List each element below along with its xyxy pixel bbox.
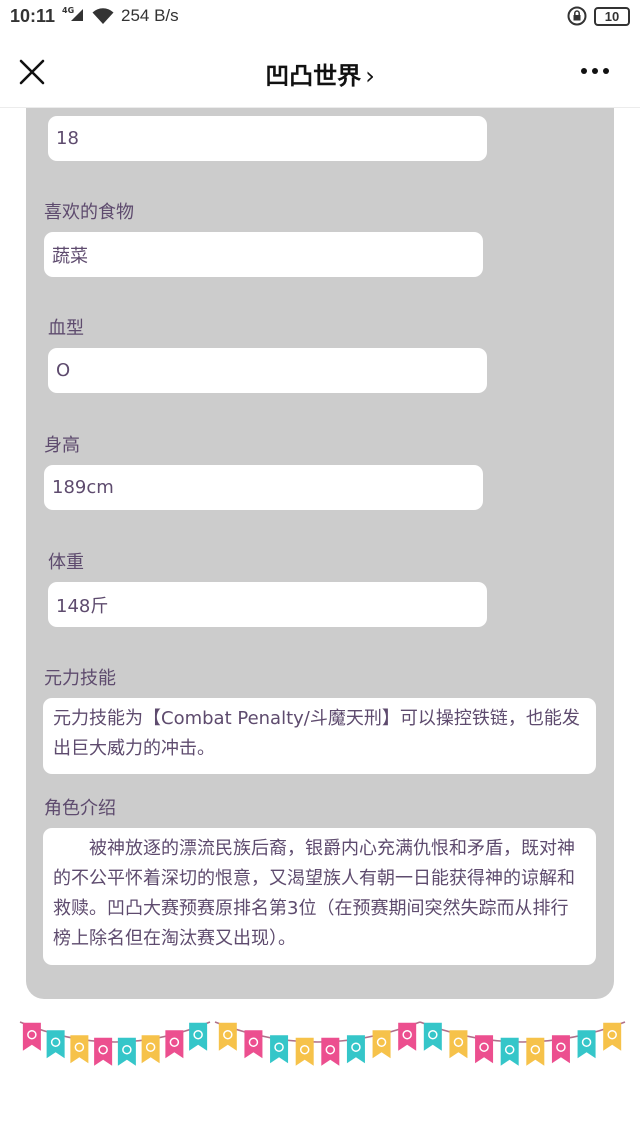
bunting-flag [218,1022,237,1051]
bunting-flag [372,1030,391,1059]
age-field: 18 [48,116,487,161]
more-icon[interactable] [578,64,612,78]
intro-box: 被神放逐的漂流民族后裔，银爵内心充满仇恨和矛盾，既对神的不公平怀着深切的恨意，又… [43,828,596,965]
nav-bar: 凹凸世界 › [0,34,640,108]
food-value: 蔬菜 [52,245,88,267]
weight-label: 体重 [48,552,84,573]
blood-type-field: O [48,348,487,393]
bunting-flag [500,1037,519,1066]
rotation-lock-icon [567,6,587,26]
age-value: 18 [56,128,79,149]
signal-icon [71,9,83,21]
bunting-flag [577,1030,596,1059]
profile-card: 18 喜欢的食物 蔬菜 血型 O 身高 189cm 体重 148斤 元力技能 元… [26,108,614,999]
battery-icon: 10 [594,7,630,26]
bunting-decoration [19,1021,626,1066]
height-field: 189cm [44,465,483,510]
food-field: 蔬菜 [44,232,483,277]
bunting-flag [94,1037,113,1066]
intro-label: 角色介绍 [44,798,116,819]
bunting-flag [603,1022,622,1051]
blood-type-label: 血型 [48,318,84,339]
bunting-flag [475,1035,494,1064]
bunting-flag [141,1035,160,1064]
wifi-icon [92,8,114,24]
bunting-flag [189,1022,208,1051]
bunting-flag [22,1022,41,1051]
page-title-text: 凹凸世界 [265,62,362,90]
bunting-flag [449,1030,468,1059]
blood-type-value: O [56,360,71,381]
bunting-flag [244,1030,263,1059]
skill-label: 元力技能 [44,668,116,689]
bunting-flag [295,1037,314,1066]
bunting-flag [398,1022,417,1051]
status-bar: 10:11 4G 254 B/s 10 [0,0,640,34]
bunting-flag [46,1030,65,1059]
bunting-flag [321,1037,340,1066]
bunting-flag [346,1035,365,1064]
weight-field: 148斤 [48,582,487,627]
network-speed: 254 B/s [121,6,179,25]
skill-text: 元力技能为【Combat Penalty/斗魔天刑】可以操控铁链，也能发出巨大威… [53,708,580,759]
intro-text: 被神放逐的漂流民族后裔，银爵内心充满仇恨和矛盾，既对神的不公平怀着深切的恨意，又… [53,838,575,949]
bunting-flag [423,1022,442,1051]
bunting-flag [117,1037,136,1066]
bunting-flag [270,1035,289,1064]
battery-level: 10 [604,9,620,24]
bunting-flag [165,1030,184,1059]
food-label: 喜欢的食物 [44,202,134,223]
bunting-flag [70,1035,89,1064]
page-title[interactable]: 凹凸世界 › [0,56,640,91]
weight-value: 148斤 [56,595,109,617]
chevron-right-icon: › [365,62,375,90]
bunting-flag [526,1037,545,1066]
height-value: 189cm [52,477,114,498]
bunting-flag [551,1035,570,1064]
skill-box: 元力技能为【Combat Penalty/斗魔天刑】可以操控铁链，也能发出巨大威… [43,698,596,774]
height-label: 身高 [44,435,80,456]
status-time: 10:11 [10,6,56,26]
